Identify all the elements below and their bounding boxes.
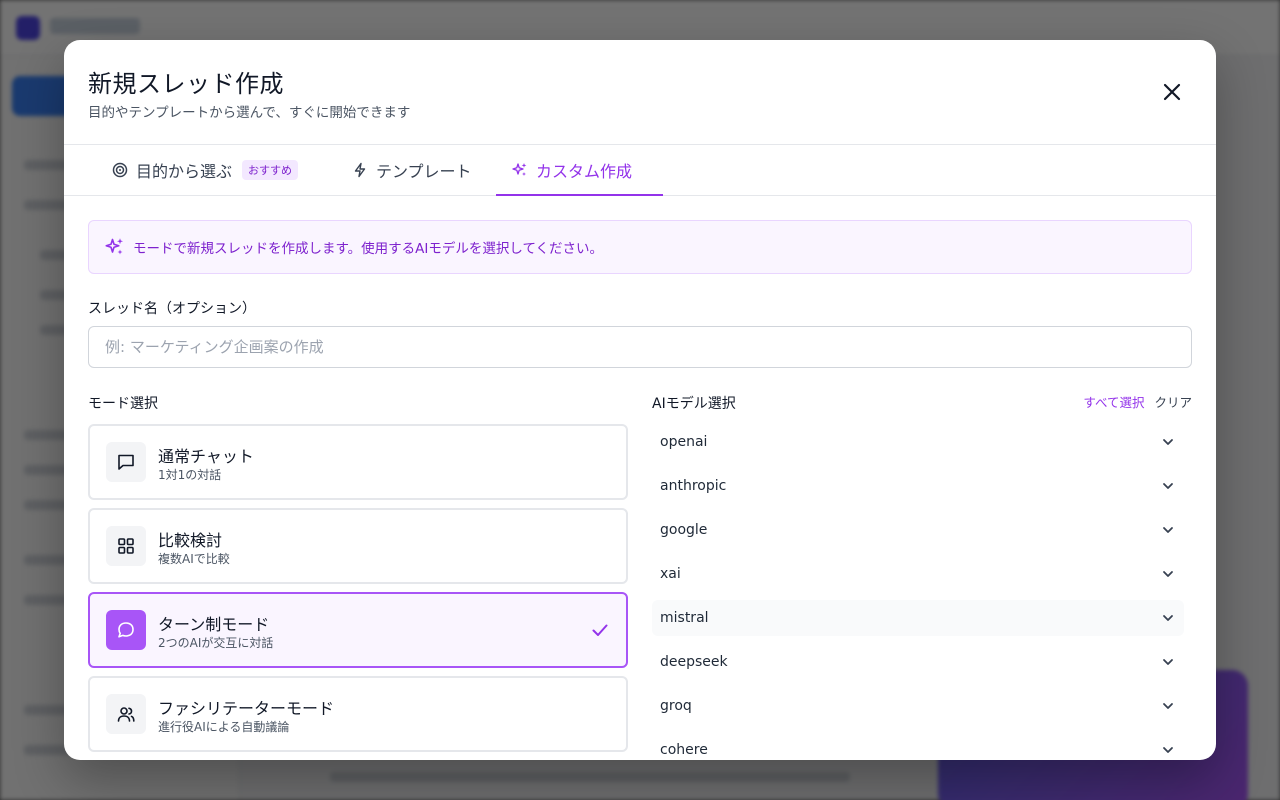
new-thread-modal: 新規スレッド作成 目的やテンプレートから選んで、すぐに開始できます 目的から選ぶ… (64, 40, 1216, 760)
modal-subtitle: 目的やテンプレートから選んで、すぐに開始できます (88, 105, 411, 121)
target-icon (112, 162, 128, 178)
provider-name: openai (660, 434, 708, 450)
provider-anthropic[interactable]: anthropic (652, 468, 1184, 504)
chevron-down-icon (1163, 571, 1173, 577)
mode-select-label: モード選択 (88, 396, 158, 412)
tab-custom-label: カスタム作成 (536, 161, 633, 181)
mode-card-compare[interactable]: 比較検討 複数AIで比較 (88, 508, 628, 584)
chevron-down-icon (1163, 439, 1173, 445)
provider-openai[interactable]: openai (652, 424, 1184, 460)
info-banner: モードで新規スレッドを作成します。使用するAIモデルを選択してください。 (88, 220, 1192, 274)
users-icon (117, 707, 135, 722)
mode-icon-box (106, 526, 146, 566)
chevron-down-icon (1163, 747, 1173, 753)
modal-body: モードで新規スレッドを作成します。使用するAIモデルを選択してください。 スレッ… (88, 220, 1192, 760)
tab-goal[interactable]: 目的から選ぶ おすすめ (96, 145, 314, 195)
provider-name: mistral (660, 610, 709, 626)
chevron-down-icon (1163, 527, 1173, 533)
mode-icon-box (106, 442, 146, 482)
mode-card-normal-chat[interactable]: 通常チャット 1対1の対話 (88, 424, 628, 500)
thread-name-input[interactable] (88, 326, 1192, 368)
provider-deepseek[interactable]: deepseek (652, 644, 1184, 680)
provider-name: deepseek (660, 654, 728, 670)
check-icon (592, 624, 608, 636)
provider-name: anthropic (660, 478, 727, 494)
mode-icon-box (106, 610, 146, 650)
tab-template[interactable]: テンプレート (336, 145, 488, 195)
tab-custom[interactable]: カスタム作成 (496, 145, 663, 196)
mode-desc: 1対1の対話 (158, 468, 222, 482)
chat-bubble-icon (118, 454, 134, 470)
mode-desc: 複数AIで比較 (158, 552, 230, 566)
grid-icon (118, 538, 134, 554)
provider-name: cohere (660, 742, 708, 758)
mode-title: ターン制モード (158, 615, 270, 634)
recommended-badge: おすすめ (242, 160, 299, 180)
tab-goal-label: 目的から選ぶ (136, 162, 233, 181)
mode-title: ファシリテーターモード (158, 699, 335, 718)
modal-title: 新規スレッド作成 (88, 70, 284, 98)
tab-bar: 目的から選ぶ おすすめ テンプレート カスタム作成 (64, 145, 1216, 196)
provider-mistral[interactable]: mistral (652, 600, 1184, 636)
sparkles-icon (512, 162, 527, 176)
provider-cohere[interactable]: cohere (652, 732, 1184, 760)
info-text: モードで新規スレッドを作成します。使用するAIモデルを選択してください。 (133, 241, 604, 257)
ai-select-label: AIモデル選択 (652, 396, 736, 412)
tab-template-label: テンプレート (376, 162, 472, 181)
mode-title: 通常チャット (158, 447, 254, 466)
provider-name: google (660, 522, 708, 538)
speech-bubble-icon (118, 622, 134, 638)
chevron-down-icon (1163, 483, 1173, 489)
mode-icon-box (106, 694, 146, 734)
chevron-down-icon (1163, 615, 1173, 621)
mode-desc: 進行役AIによる自動議論 (158, 720, 290, 734)
thread-name-label: スレッド名（オプション） (88, 301, 256, 317)
provider-groq[interactable]: groq (652, 688, 1184, 724)
clear-button[interactable]: クリア (1154, 392, 1192, 411)
chevron-down-icon (1163, 659, 1173, 665)
mode-card-facilitator[interactable]: ファシリテーターモード 進行役AIによる自動議論 (88, 676, 628, 752)
close-button[interactable] (1160, 80, 1184, 104)
lightning-icon (354, 162, 366, 178)
mode-card-turn-based[interactable]: ターン制モード 2つのAIが交互に対話 (88, 592, 628, 668)
provider-google[interactable]: google (652, 512, 1184, 548)
chevron-down-icon (1163, 703, 1173, 709)
provider-name: xai (660, 566, 681, 582)
mode-desc: 2つのAIが交互に対話 (158, 636, 274, 650)
provider-name: groq (660, 698, 692, 714)
provider-xai[interactable]: xai (652, 556, 1184, 592)
mode-title: 比較検討 (158, 531, 223, 550)
ai-select-actions: すべて選択 クリア (1083, 392, 1192, 411)
close-icon (1163, 83, 1181, 101)
select-all-button[interactable]: すべて選択 (1083, 392, 1144, 411)
modal-header: 新規スレッド作成 目的やテンプレートから選んで、すぐに開始できます (64, 40, 1216, 145)
sparkles-icon (105, 238, 123, 255)
